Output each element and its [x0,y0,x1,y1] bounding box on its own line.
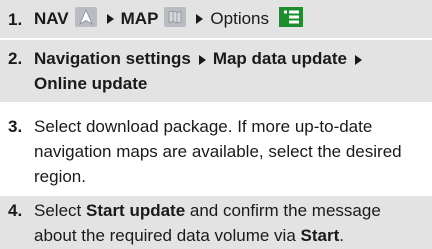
navigation-arrow-icon [74,6,97,32]
step-2-content: Navigation settings Map data update Onlin… [34,46,432,96]
step-number: 3. [8,117,23,136]
step-4-text-a: Select [34,201,86,220]
step-number: 2. [8,49,23,68]
step-3: 3. Select download package. If more up-t… [0,104,432,194]
menu-path-navigation-settings: Navigation settings [34,49,191,68]
map-label: MAP [120,9,159,28]
start-update-term: Start update [85,201,186,220]
options-label: Options [210,9,270,28]
step-1: 1. NAV MAP Options [0,0,432,38]
step-4-text-c: . [339,226,344,245]
menu-path-map-data-update: Map data update [212,49,347,68]
nav-label: NAV [34,9,69,28]
map-icon [164,6,187,32]
step-4-content: Select Start update and confirm the mess… [34,198,432,248]
step-3-text: Select download package. If more up-to-d… [34,117,402,186]
step-separator-arrow-icon [354,54,362,65]
step-4: 4. Select Start update and confirm the m… [0,196,432,249]
step-separator-arrow-icon [106,14,114,24]
start-term: Start [300,226,340,245]
step-number: 1. [8,9,23,29]
step-2: 2. Navigation settings Map data update On… [0,40,432,102]
step-separator-arrow-icon [198,54,206,65]
step-separator-arrow-icon [196,14,204,24]
row-divider [0,38,432,39]
menu-path-online-update: Online update [34,74,148,93]
instruction-list: 1. NAV MAP Options 2. Navigation setting… [0,0,432,249]
step-number: 4. [8,201,23,220]
step-1-line: 1. NAV MAP Options [0,0,305,38]
menu-list-icon [279,6,304,32]
